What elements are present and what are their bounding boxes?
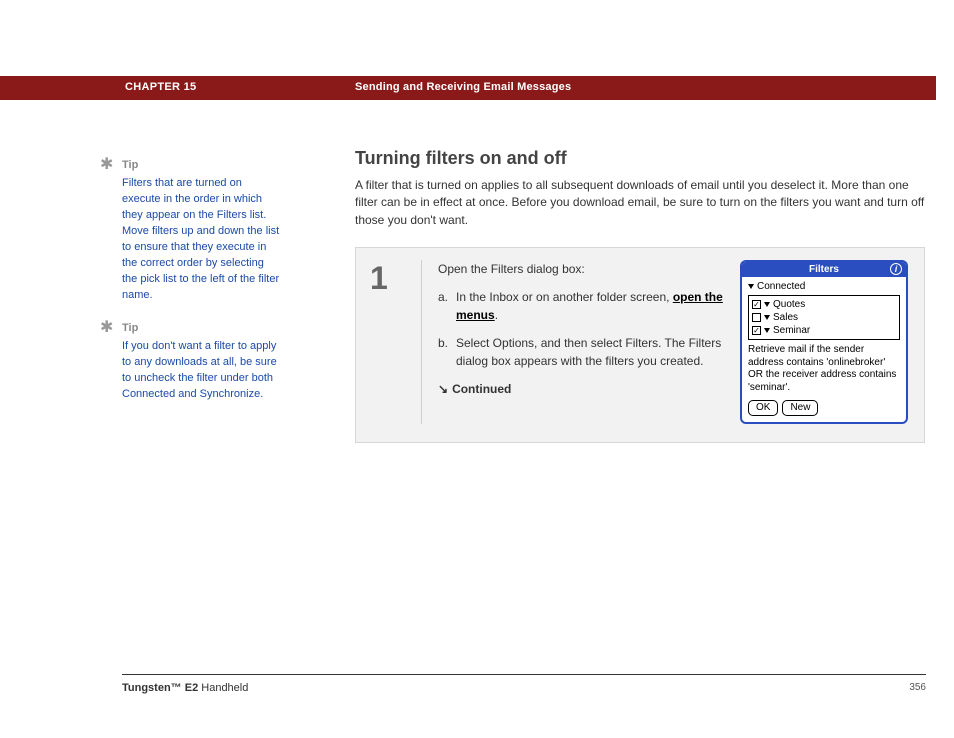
filter-item[interactable]: ✓ Seminar: [752, 324, 896, 337]
main-content: Turning filters on and off A filter that…: [355, 148, 925, 443]
tip-block: ✱ Tip Filters that are turned on execute…: [100, 158, 280, 303]
step-lead: Open the Filters dialog box:: [438, 260, 728, 278]
sub-post: .: [495, 308, 498, 322]
ok-button[interactable]: OK: [748, 400, 778, 416]
page-number: 356: [909, 682, 926, 694]
step-instructions: Open the Filters dialog box: a. In the I…: [438, 260, 740, 424]
checkbox-icon[interactable]: ✓: [752, 300, 761, 309]
chevron-down-icon: [748, 284, 754, 289]
tip-label: Tip: [122, 321, 280, 337]
arrow-down-right-icon: ↘: [438, 380, 448, 398]
checkbox-icon[interactable]: ✓: [752, 326, 761, 335]
chapter-label: CHAPTER 15: [125, 81, 196, 93]
chevron-down-icon: [764, 328, 770, 333]
sub-label: a.: [438, 288, 456, 324]
filter-label: Seminar: [773, 324, 810, 337]
step-sub-a: a. In the Inbox or on another folder scr…: [438, 288, 728, 324]
info-icon[interactable]: i: [890, 263, 902, 275]
continued-indicator: ↘ Continued: [438, 380, 728, 398]
sub-label: b.: [438, 334, 456, 370]
product-bold: Tungsten™ E2: [122, 682, 198, 694]
step-number: 1: [370, 260, 422, 424]
chevron-down-icon: [764, 302, 770, 307]
dropdown-value: Connected: [757, 281, 805, 292]
continued-label: Continued: [452, 380, 511, 398]
chevron-down-icon: [764, 315, 770, 320]
mode-dropdown[interactable]: Connected: [748, 281, 900, 292]
checkbox-icon[interactable]: [752, 313, 761, 322]
dialog-title-text: Filters: [809, 264, 839, 275]
step-sub-b: b. Select Options, and then select Filte…: [438, 334, 728, 370]
asterisk-icon: ✱: [100, 321, 113, 335]
footer-rule: [122, 674, 926, 675]
tip-text: Filters that are turned on execute in th…: [122, 176, 280, 304]
product-name: Tungsten™ E2 Handheld: [122, 682, 248, 694]
dialog-title: Filters i: [742, 262, 906, 277]
intro-paragraph: A filter that is turned on applies to al…: [355, 177, 925, 229]
sub-pre: In the Inbox or on another folder screen…: [456, 290, 673, 304]
product-rest: Handheld: [198, 682, 248, 694]
chapter-title: Sending and Receiving Email Messages: [355, 81, 571, 93]
new-button[interactable]: New: [782, 400, 818, 416]
filter-item[interactable]: Sales: [752, 311, 896, 324]
sidebar-tips: ✱ Tip Filters that are turned on execute…: [100, 158, 280, 421]
section-heading: Turning filters on and off: [355, 148, 925, 169]
tip-label: Tip: [122, 158, 280, 174]
page-footer: Tungsten™ E2 Handheld 356: [122, 682, 926, 694]
filter-item[interactable]: ✓ Quotes: [752, 298, 896, 311]
asterisk-icon: ✱: [100, 158, 113, 172]
step-box: 1 Open the Filters dialog box: a. In the…: [355, 247, 925, 443]
filters-dialog: Filters i Connected ✓ Quotes: [740, 260, 908, 424]
tip-text: If you don't want a filter to apply to a…: [122, 339, 280, 403]
filter-label: Quotes: [773, 298, 805, 311]
chapter-header: CHAPTER 15 Sending and Receiving Email M…: [0, 76, 936, 100]
tip-block: ✱ Tip If you don't want a filter to appl…: [100, 321, 280, 403]
filter-list: ✓ Quotes Sales ✓ Seminar: [748, 295, 900, 340]
filter-description: Retrieve mail if the sender address cont…: [748, 344, 900, 394]
sub-body: Select Options, and then select Filters.…: [456, 334, 728, 370]
filter-label: Sales: [773, 311, 798, 324]
